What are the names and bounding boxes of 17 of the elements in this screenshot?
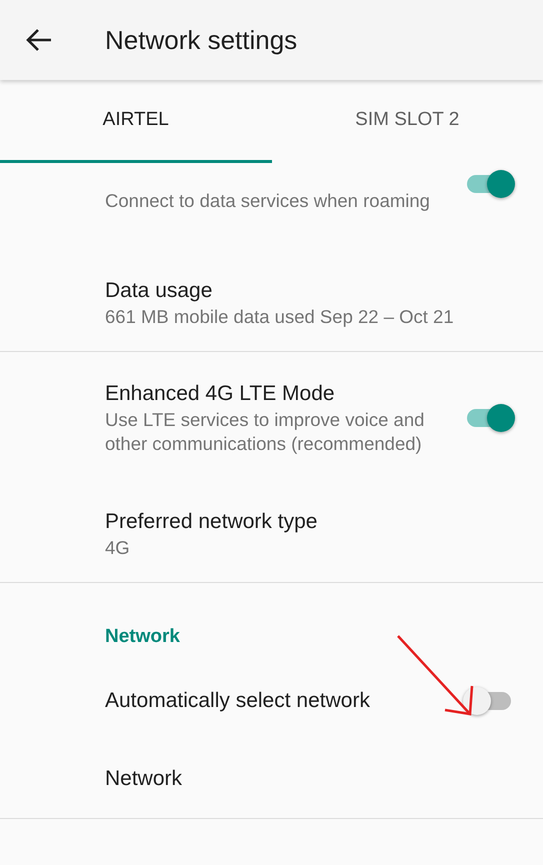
back-arrow-icon <box>26 28 52 52</box>
setting-title[interactable]: Preferred network type <box>105 508 513 536</box>
setting-title[interactable]: Enhanced 4G LTE Mode <box>105 380 443 408</box>
tab[interactable]: SIM SLOT 2 <box>272 80 543 163</box>
toggle-switch[interactable] <box>465 686 513 716</box>
tab[interactable]: AIRTEL <box>0 80 272 163</box>
section-header: Network <box>104 625 181 649</box>
setting-summary: Connect to data services when roaming <box>105 189 431 213</box>
setting-summary: 661 MB mobile data used Sep 22 – Oct 21 <box>105 305 455 329</box>
toggle-switch[interactable] <box>465 169 513 199</box>
toggle-switch[interactable] <box>465 403 513 433</box>
setting-title[interactable]: Automatically select network <box>105 686 443 714</box>
screen-title: Network settings <box>105 24 298 56</box>
setting-title[interactable]: Data usage <box>105 277 513 305</box>
setting-title[interactable]: Network <box>105 764 513 792</box>
setting-summary: 4G <box>105 536 131 560</box>
setting-summary: Use LTE services to improve voice and other communications (recommended) <box>105 408 426 456</box>
